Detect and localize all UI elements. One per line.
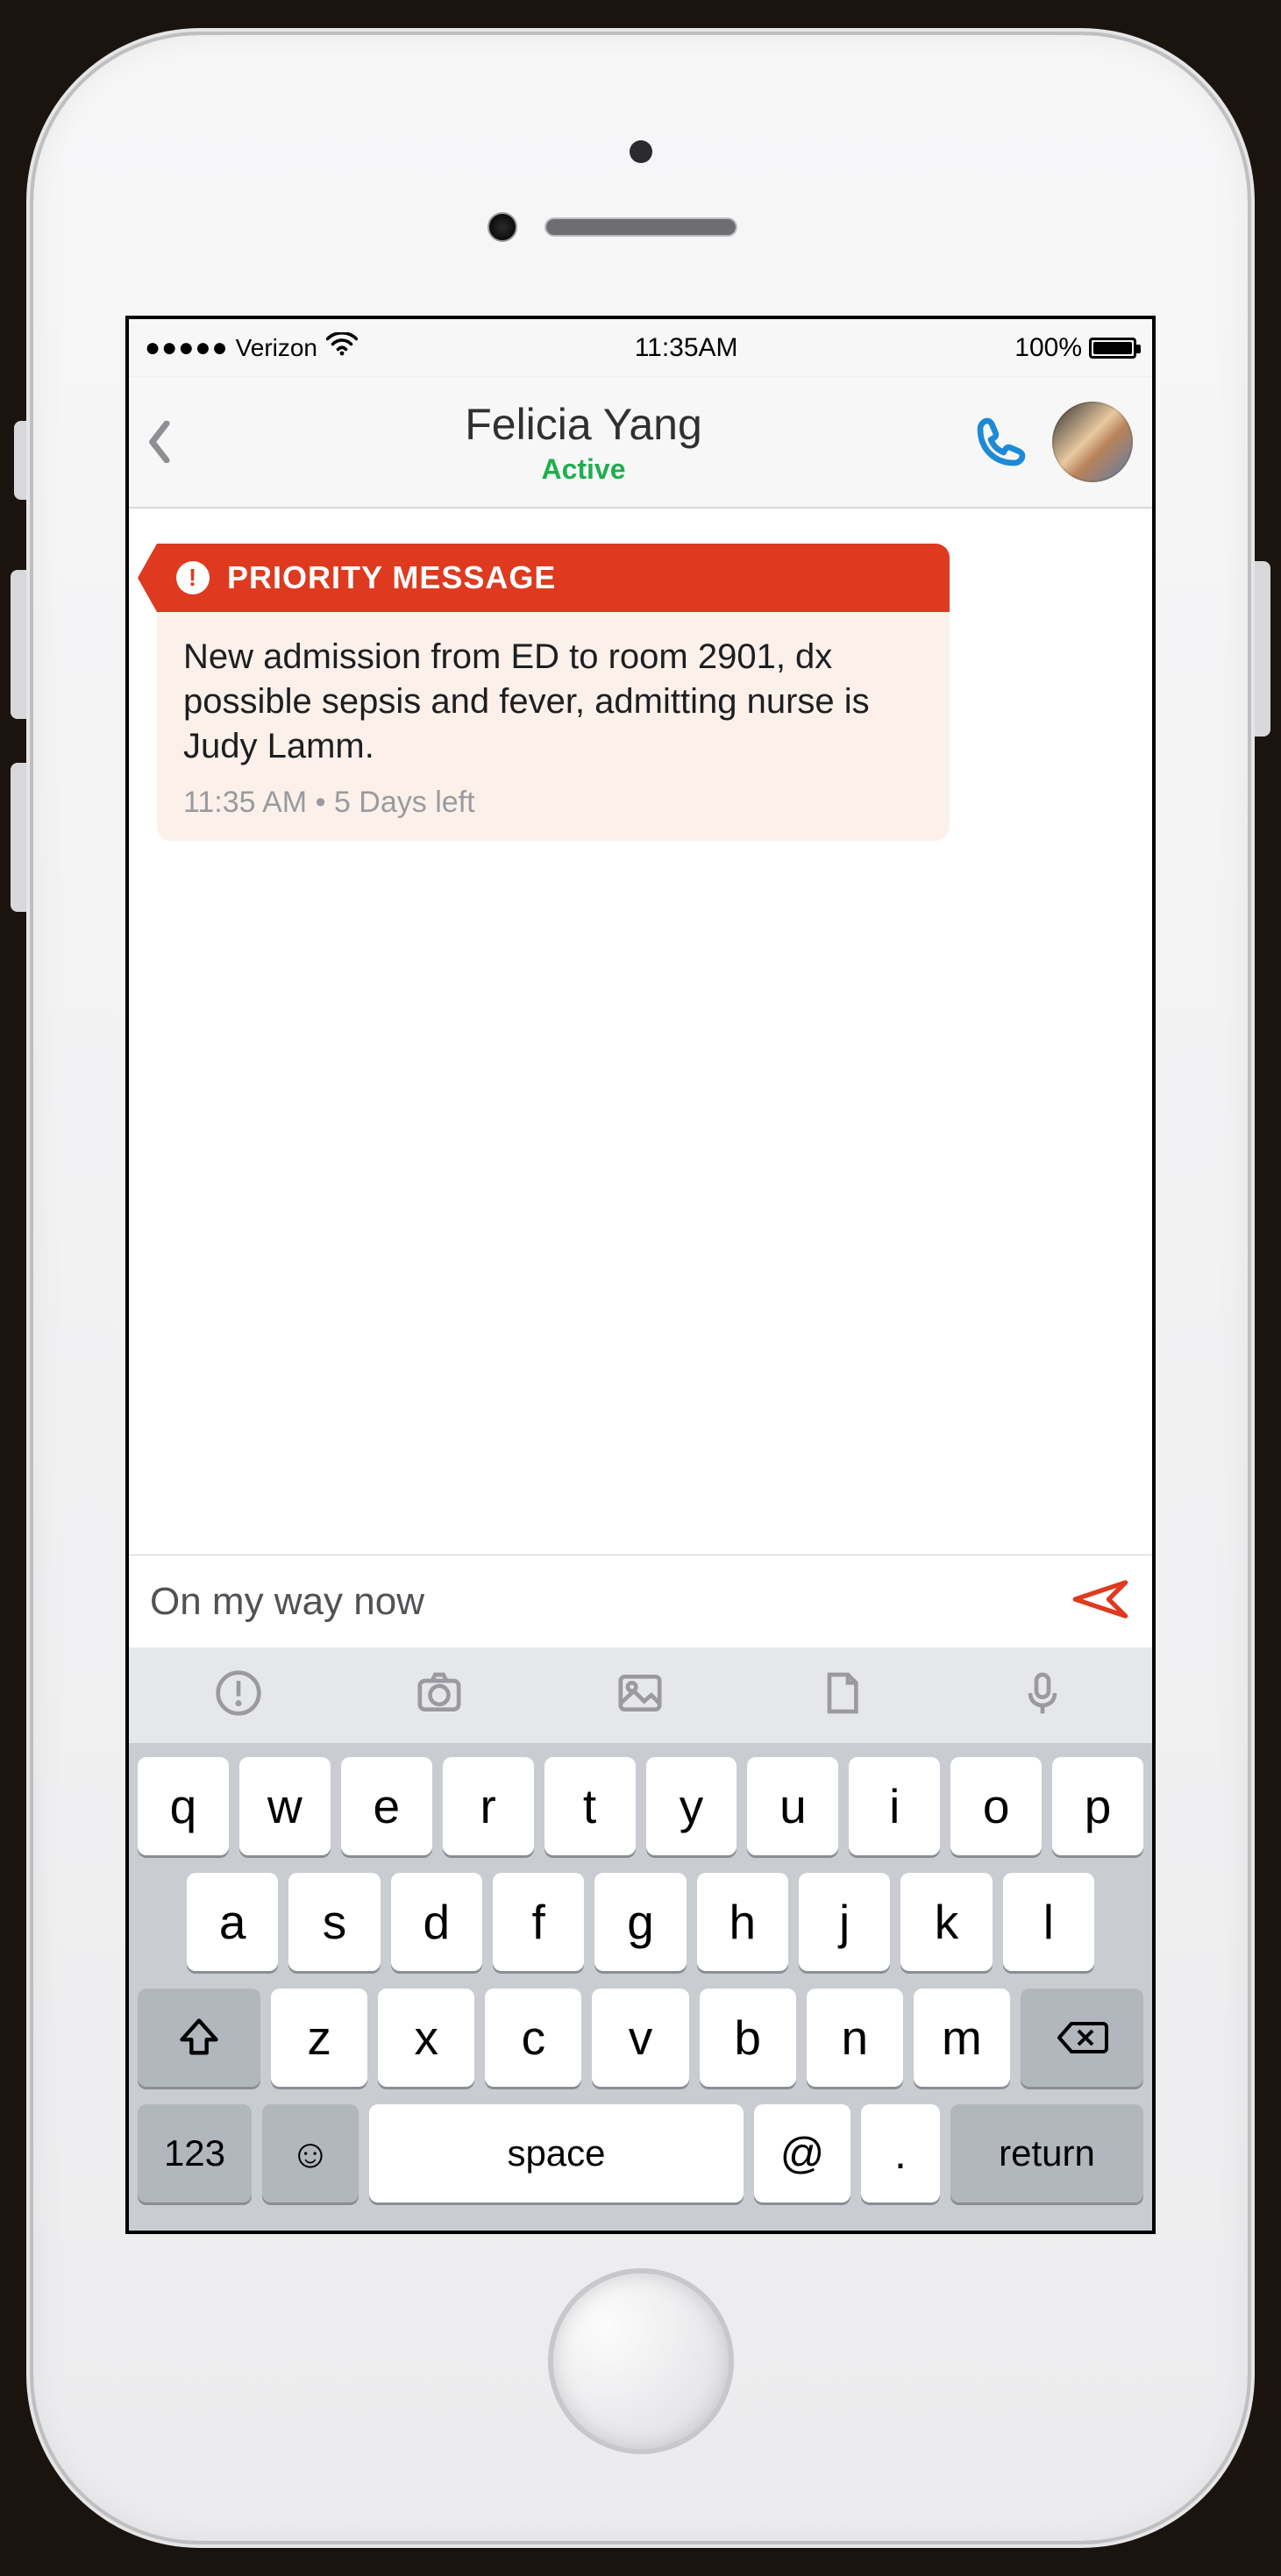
numbers-key[interactable]: 123 — [138, 2104, 252, 2202]
key-j[interactable]: j — [799, 1873, 890, 1971]
key-d[interactable]: d — [391, 1873, 482, 1971]
keyboard: qwertyuiop asdfghjkl zxcvbnm 123 ☺ space… — [129, 1743, 1152, 2231]
conversation-header: Felicia Yang Active — [129, 377, 1152, 509]
key-k[interactable]: k — [900, 1873, 992, 1971]
key-y[interactable]: y — [646, 1757, 737, 1855]
key-u[interactable]: u — [747, 1757, 838, 1855]
message-time: 11:35 AM — [183, 786, 307, 819]
key-r[interactable]: r — [443, 1757, 534, 1855]
signal-strength-icon: ●●●●● — [145, 333, 229, 363]
contact-name: Felicia Yang — [465, 399, 702, 450]
message-bubble: New admission from ED to room 2901, dx p… — [157, 612, 950, 841]
shift-key[interactable] — [138, 1989, 260, 2087]
battery-icon — [1089, 338, 1136, 359]
clock: 11:35AM — [358, 333, 1014, 363]
call-button[interactable] — [966, 414, 1036, 470]
presence-status: Active — [541, 453, 625, 486]
period-key[interactable]: . — [861, 2104, 940, 2202]
key-z[interactable]: z — [271, 1989, 367, 2087]
message-input[interactable] — [150, 1580, 1071, 1624]
key-m[interactable]: m — [914, 1989, 1010, 2087]
priority-toggle-icon[interactable] — [196, 1665, 281, 1726]
key-i[interactable]: i — [849, 1757, 940, 1855]
earpiece-speaker — [544, 217, 737, 237]
camera-icon[interactable] — [397, 1665, 481, 1726]
message-body: New admission from ED to room 2901, dx p… — [183, 635, 923, 770]
mute-switch — [14, 421, 33, 500]
attachment-toolbar — [129, 1647, 1152, 1743]
incoming-message: ! PRIORITY MESSAGE New admission from ED… — [157, 544, 950, 841]
key-s[interactable]: s — [288, 1873, 380, 1971]
contact-avatar[interactable] — [1052, 402, 1133, 482]
space-key[interactable]: space — [369, 2104, 744, 2202]
home-button[interactable] — [553, 2274, 729, 2449]
conversation-thread[interactable]: ! PRIORITY MESSAGE New admission from ED… — [129, 509, 1152, 1555]
key-a[interactable]: a — [187, 1873, 278, 1971]
key-e[interactable]: e — [341, 1757, 432, 1855]
key-g[interactable]: g — [594, 1873, 686, 1971]
key-l[interactable]: l — [1003, 1873, 1094, 1971]
keyboard-row-2: asdfghjkl — [138, 1873, 1143, 1971]
volume-down-button — [11, 763, 33, 912]
priority-banner: ! PRIORITY MESSAGE — [157, 544, 950, 612]
message-meta: 11:35 AM • 5 Days left — [183, 786, 923, 820]
return-key[interactable]: return — [950, 2104, 1143, 2202]
keyboard-row-1: qwertyuiop — [138, 1757, 1143, 1855]
front-camera — [487, 212, 517, 242]
key-o[interactable]: o — [950, 1757, 1042, 1855]
message-expiry: 5 Days left — [334, 786, 475, 819]
proximity-sensor — [630, 140, 652, 163]
key-b[interactable]: b — [700, 1989, 796, 2087]
key-v[interactable]: v — [592, 1989, 688, 2087]
backspace-key[interactable] — [1021, 1989, 1143, 2087]
emoji-key[interactable]: ☺ — [262, 2104, 359, 2202]
key-w[interactable]: w — [239, 1757, 331, 1855]
power-button — [1248, 561, 1270, 737]
key-h[interactable]: h — [697, 1873, 788, 1971]
key-c[interactable]: c — [485, 1989, 581, 2087]
priority-label: PRIORITY MESSAGE — [227, 559, 556, 596]
file-icon[interactable] — [800, 1665, 884, 1726]
key-x[interactable]: x — [378, 1989, 474, 2087]
key-f[interactable]: f — [493, 1873, 584, 1971]
status-bar: ●●●●● Verizon 11:35AM 100% — [129, 319, 1152, 377]
at-key[interactable]: @ — [754, 2104, 850, 2202]
back-button[interactable] — [148, 421, 201, 463]
key-q[interactable]: q — [138, 1757, 229, 1855]
phone-body: ●●●●● Verizon 11:35AM 100% Felicia Yang … — [33, 35, 1248, 2541]
key-n[interactable]: n — [807, 1989, 903, 2087]
compose-bar — [129, 1555, 1152, 1647]
key-t[interactable]: t — [544, 1757, 636, 1855]
carrier-label: Verizon — [236, 334, 317, 362]
keyboard-row-3: zxcvbnm — [138, 1989, 1143, 2087]
keyboard-row-4: 123 ☺ space @ . return — [138, 2104, 1143, 2202]
volume-up-button — [11, 570, 33, 719]
wifi-icon — [326, 332, 358, 363]
gallery-icon[interactable] — [598, 1665, 682, 1726]
microphone-icon[interactable] — [1000, 1665, 1085, 1726]
meta-separator: • — [316, 786, 334, 819]
alert-icon: ! — [176, 561, 210, 594]
screen: ●●●●● Verizon 11:35AM 100% Felicia Yang … — [125, 316, 1156, 2234]
device-frame: ●●●●● Verizon 11:35AM 100% Felicia Yang … — [0, 0, 1281, 2576]
key-p[interactable]: p — [1052, 1757, 1143, 1855]
send-button[interactable] — [1071, 1575, 1131, 1628]
battery-percent: 100% — [1014, 333, 1082, 363]
